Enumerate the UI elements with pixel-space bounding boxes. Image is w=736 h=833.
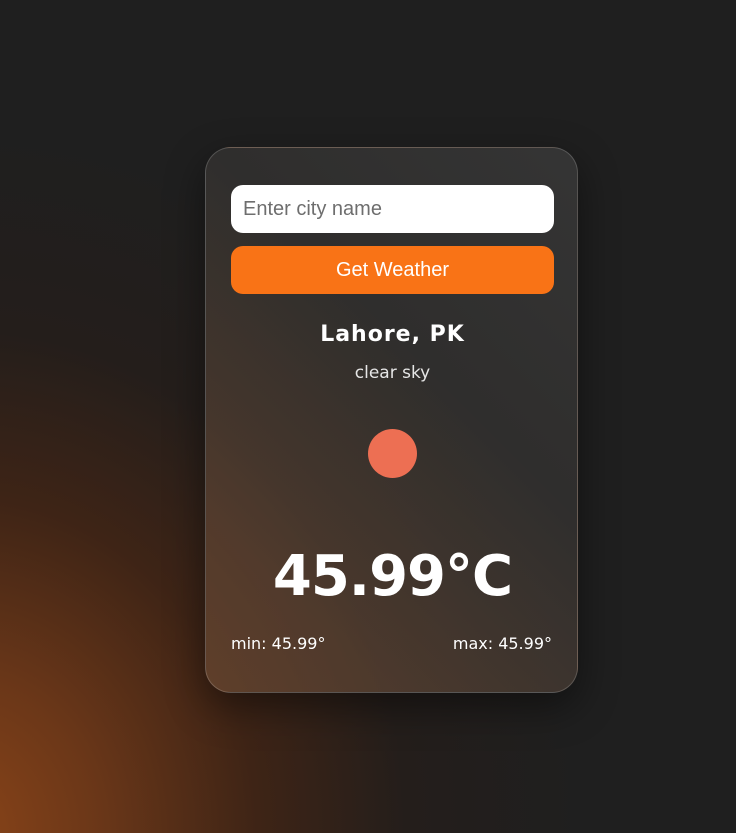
- city-search-input[interactable]: [231, 185, 554, 233]
- weather-description: clear sky: [354, 363, 431, 383]
- get-weather-button[interactable]: Get Weather: [231, 246, 554, 294]
- weather-card: Get Weather Lahore, PK clear sky 45.99°C…: [205, 147, 578, 693]
- sun-icon: [368, 429, 417, 478]
- min-temperature: min: 45.99°: [231, 634, 326, 653]
- temperature-value: 45.99°C: [272, 544, 513, 609]
- city-name: Lahore, PK: [320, 322, 465, 347]
- max-temperature: max: 45.99°: [452, 634, 552, 653]
